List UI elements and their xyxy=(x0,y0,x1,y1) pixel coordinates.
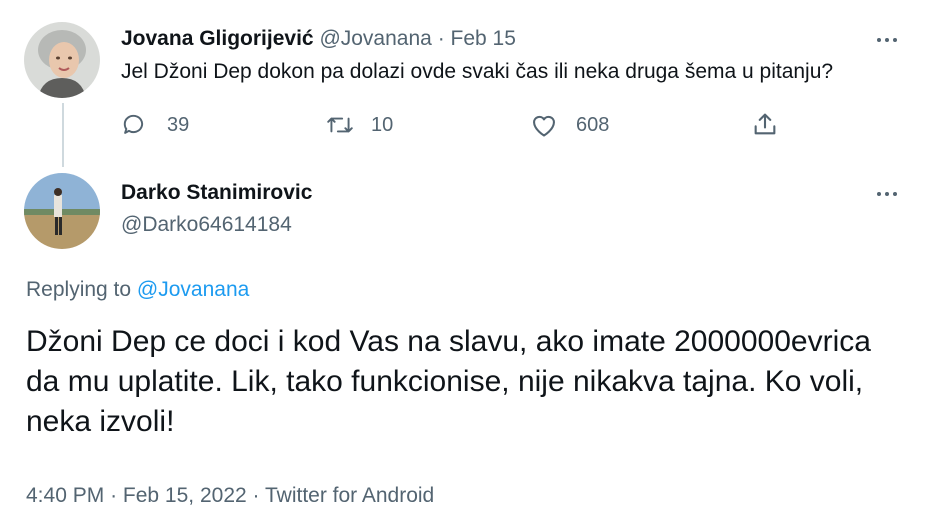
tweet-meta-line: 4:40 PM · Feb 15, 2022 · Twitter for And… xyxy=(26,484,434,508)
like-button[interactable]: 608 xyxy=(530,112,609,138)
share-icon xyxy=(754,113,776,135)
tweet-date[interactable]: Feb 15, 2022 xyxy=(123,484,247,507)
reply-count: 39 xyxy=(167,113,190,136)
heart-icon xyxy=(533,115,555,137)
replying-to-line: Replying to @Jovanana xyxy=(26,278,249,302)
main-tweet-text: Džoni Dep ce doci i kod Vas na slavu, ak… xyxy=(26,325,871,438)
reply-icon xyxy=(123,114,144,134)
retweet-count: 10 xyxy=(371,113,394,136)
meta-separator-2: · xyxy=(252,484,260,507)
parent-author-handle[interactable]: @Jovanana xyxy=(319,27,431,50)
thread-connector-line xyxy=(62,103,64,167)
replying-to-handle-link[interactable]: @Jovanana xyxy=(137,278,249,301)
reply-button[interactable]: 39 xyxy=(121,112,189,138)
parent-tweet-header: Jovana Gligorijević @Jovanana · Feb 15 xyxy=(121,27,516,51)
avatar-darko-image xyxy=(24,173,100,249)
tweet-time[interactable]: 4:40 PM xyxy=(26,484,104,507)
replying-to-label: Replying to xyxy=(26,278,132,301)
retweet-button[interactable]: 10 xyxy=(325,112,393,138)
avatar-jovana[interactable] xyxy=(24,22,100,98)
parent-author-name[interactable]: Jovana Gligorijević xyxy=(121,27,314,50)
parent-tweet-date[interactable]: Feb 15 xyxy=(451,27,516,50)
meta-separator-1: · xyxy=(110,484,118,507)
retweet-icon xyxy=(327,117,353,133)
header-separator: · xyxy=(437,27,445,50)
parent-more-options-icon[interactable] xyxy=(877,38,897,42)
main-author-handle[interactable]: @Darko64614184 xyxy=(121,213,292,237)
main-author-name[interactable]: Darko Stanimirovic xyxy=(121,181,312,205)
share-button[interactable] xyxy=(751,110,779,138)
like-count: 608 xyxy=(576,113,610,136)
avatar-jovana-image xyxy=(24,22,100,98)
avatar-darko[interactable] xyxy=(24,173,100,249)
tweet-source[interactable]: Twitter for Android xyxy=(265,484,434,507)
parent-tweet-text: Jel Džoni Dep dokon pa dolazi ovde svaki… xyxy=(121,60,834,83)
main-more-options-icon[interactable] xyxy=(877,192,897,196)
